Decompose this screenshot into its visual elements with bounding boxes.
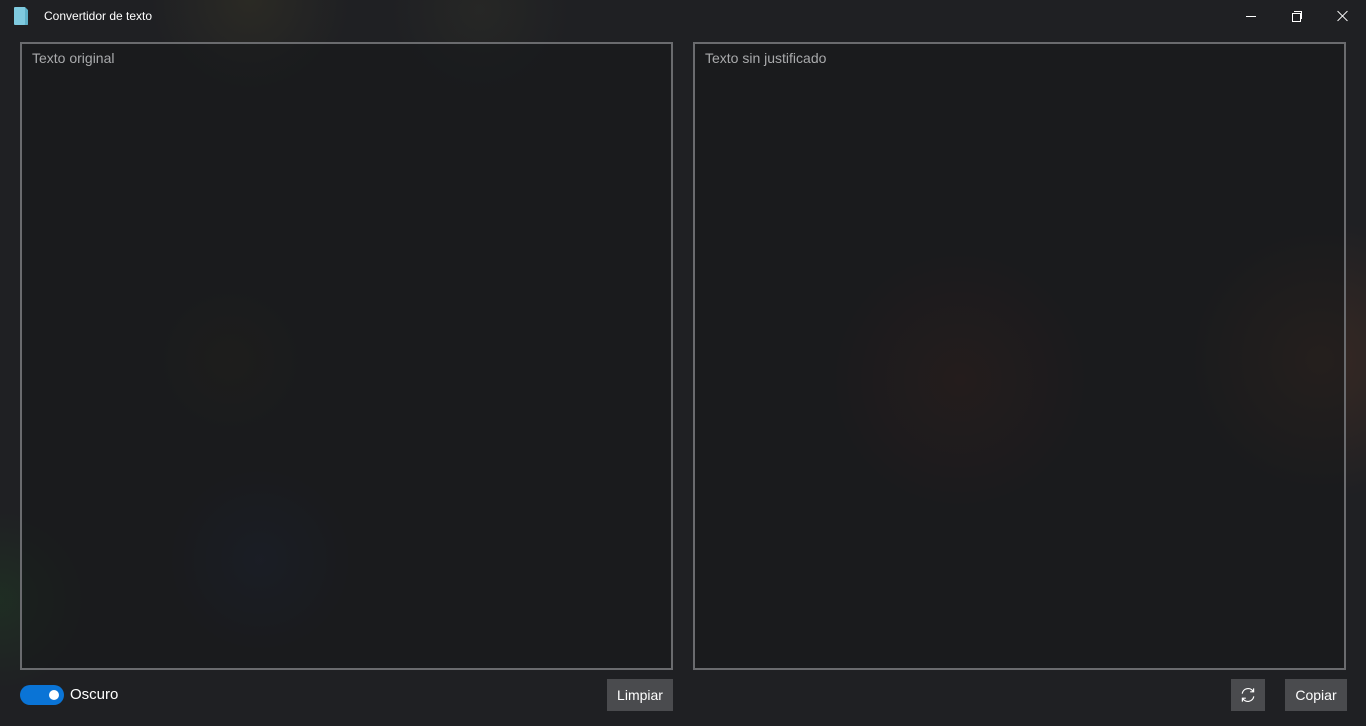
original-text-area[interactable]: Texto original xyxy=(20,42,673,670)
app-window: Convertidor de texto Texto original Text… xyxy=(0,0,1366,726)
close-icon xyxy=(1337,10,1349,22)
dark-mode-label: Oscuro xyxy=(70,686,119,703)
unjustified-text-placeholder: Texto sin justificado xyxy=(705,50,827,66)
refresh-icon xyxy=(1241,688,1255,702)
clear-button[interactable]: Limpiar xyxy=(607,679,673,711)
window-title: Convertidor de texto xyxy=(44,9,153,23)
document-icon xyxy=(14,6,29,25)
minimize-icon xyxy=(1246,15,1256,17)
restore-icon xyxy=(1292,11,1302,22)
close-button[interactable] xyxy=(1320,0,1366,32)
original-text-placeholder: Texto original xyxy=(32,50,115,66)
unjustified-text-area[interactable]: Texto sin justificado xyxy=(693,42,1346,670)
dark-mode-toggle[interactable] xyxy=(20,685,64,705)
minimize-button[interactable] xyxy=(1228,0,1274,32)
title-bar[interactable]: Convertidor de texto xyxy=(0,0,1366,32)
toggle-knob xyxy=(49,690,59,700)
refresh-button[interactable] xyxy=(1231,679,1265,711)
copy-button[interactable]: Copiar xyxy=(1285,679,1347,711)
restore-button[interactable] xyxy=(1274,0,1320,32)
